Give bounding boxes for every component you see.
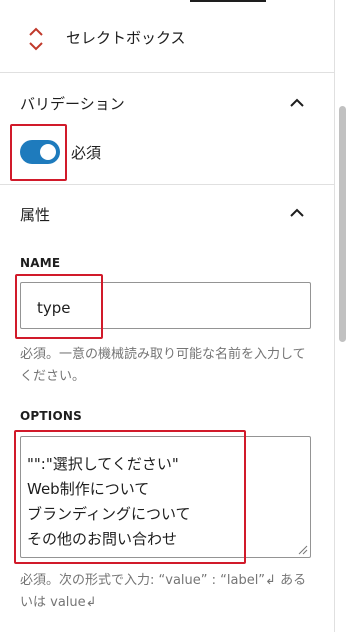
- options-help-text: 必須。次の形式で入力: “value” : “label”↲ あるいは valu…: [20, 573, 307, 610]
- block-settings-panel: セレクトボックス バリデーション 必須 属性 NAME type 必須。一意の機…: [0, 0, 335, 632]
- section-divider: [0, 184, 334, 185]
- options-field-label: OPTIONS: [20, 409, 82, 423]
- options-textarea-highlight: [14, 430, 246, 564]
- resize-handle-icon[interactable]: [298, 545, 308, 555]
- chevron-up-icon[interactable]: [289, 207, 305, 219]
- required-toggle-label: 必須: [71, 144, 102, 162]
- chevron-up-down-icon: [29, 27, 43, 51]
- scrollbar-thumb[interactable]: [339, 106, 346, 342]
- name-field-label: NAME: [20, 256, 61, 270]
- name-help-text: 必須。一意の機械読み取り可能な名前を入力してください。: [20, 347, 306, 384]
- required-toggle[interactable]: [20, 140, 60, 164]
- toggle-knob: [40, 144, 56, 160]
- attributes-section-title[interactable]: 属性: [20, 205, 50, 225]
- chevron-up-icon[interactable]: [289, 97, 305, 109]
- name-input-highlight: [15, 274, 103, 339]
- block-card: セレクトボックス: [0, 0, 334, 73]
- validation-section-title[interactable]: バリデーション: [20, 94, 125, 114]
- block-title: セレクトボックス: [66, 29, 186, 47]
